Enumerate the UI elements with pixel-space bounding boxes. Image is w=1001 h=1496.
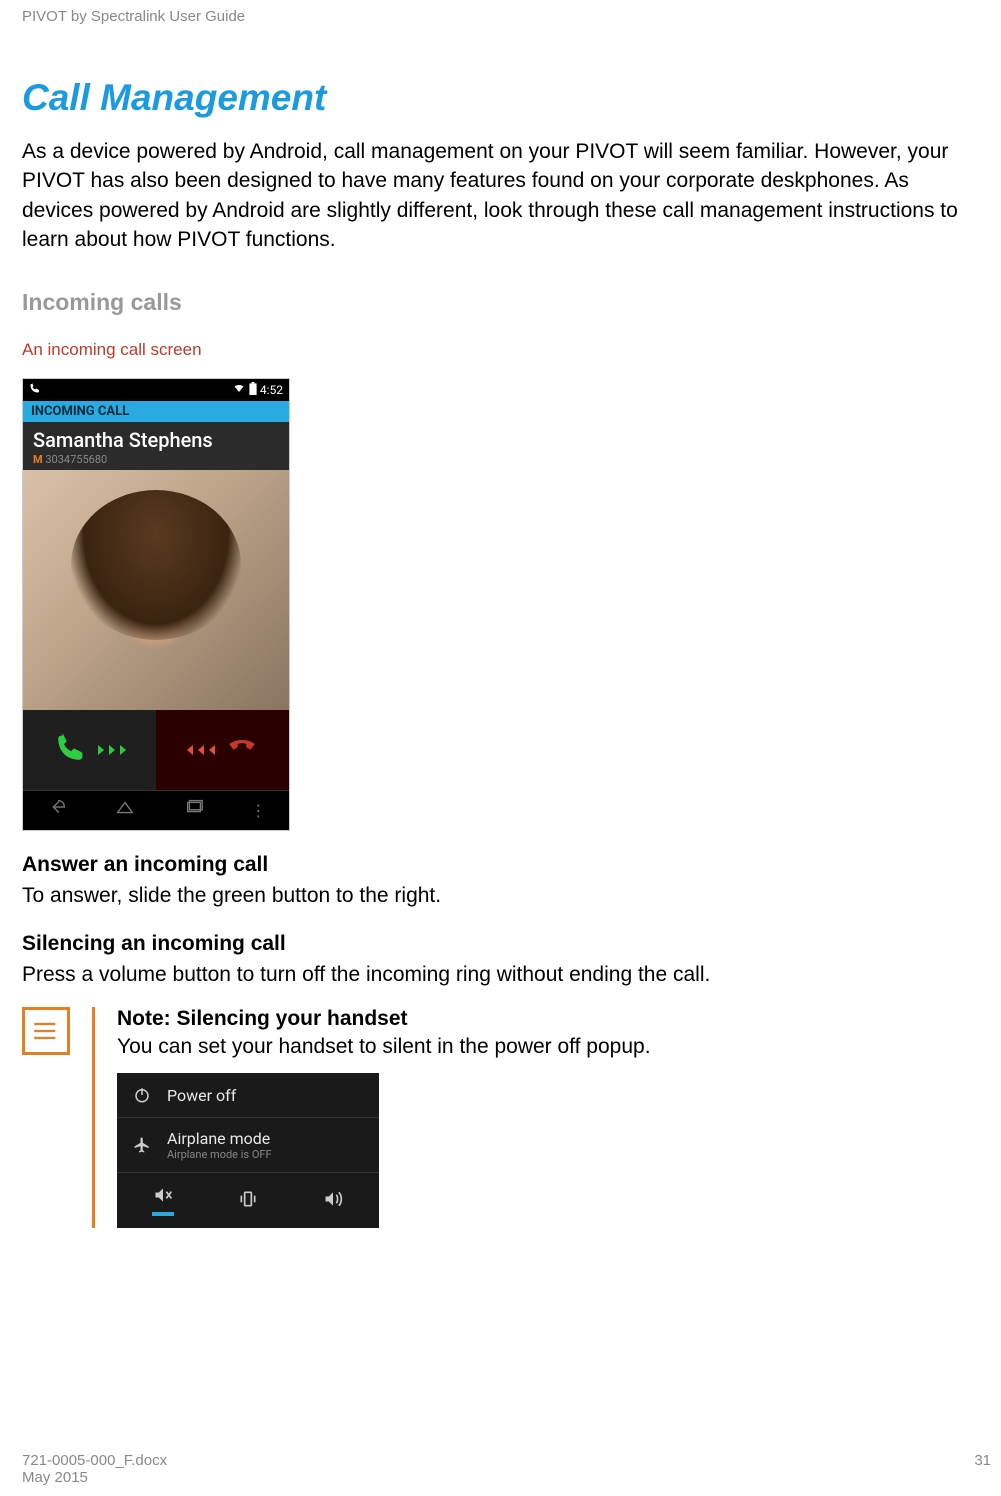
page-title: Call Management — [22, 77, 979, 119]
call-action-bar — [23, 710, 289, 790]
menu-icon[interactable]: ⋮ — [250, 801, 266, 820]
caller-photo — [23, 470, 289, 710]
caller-name: Samantha Stephens — [33, 428, 279, 452]
sound-mode-button[interactable] — [322, 1189, 344, 1213]
note-text: You can set your handset to silent in th… — [117, 1035, 979, 1059]
silent-mode-button[interactable] — [152, 1185, 174, 1216]
power-icon — [131, 1084, 153, 1106]
popup-poweroff-label: Power off — [167, 1086, 236, 1105]
silence-heading: Silencing an incoming call — [22, 932, 979, 956]
slide-right-arrows — [98, 745, 126, 755]
page-footer: 721-0005-000_F.docx May 2015 31 — [22, 1452, 991, 1486]
answer-slider[interactable] — [23, 710, 156, 790]
popup-poweroff[interactable]: Power off — [117, 1073, 379, 1118]
vibrate-mode-button[interactable] — [237, 1189, 259, 1213]
incoming-banner: INCOMING CALL — [23, 401, 289, 422]
phone-screenshot: 4:52 INCOMING CALL Samantha Stephens M 3… — [22, 378, 290, 831]
popup-airplane-sub: Airplane mode is OFF — [167, 1148, 272, 1161]
wifi-icon — [232, 382, 246, 397]
popup-airplane[interactable]: Airplane mode Airplane mode is OFF — [117, 1118, 379, 1173]
answer-phone-icon — [54, 730, 88, 770]
popup-sound-row — [117, 1173, 379, 1228]
caller-number: 3034755680 — [45, 453, 107, 466]
android-nav-bar: ⋮ — [23, 790, 289, 830]
figure-caption: An incoming call screen — [22, 340, 979, 360]
battery-icon — [249, 382, 257, 398]
note-icon — [22, 1007, 70, 1055]
status-bar: 4:52 — [23, 379, 289, 401]
footer-date: May 2015 — [22, 1469, 167, 1486]
subheading-incoming: Incoming calls — [22, 289, 979, 316]
footer-page: 31 — [974, 1452, 991, 1486]
slide-left-arrows — [187, 745, 215, 755]
caller-type: M — [33, 453, 43, 466]
intro-paragraph: As a device powered by Android, call man… — [22, 137, 979, 255]
status-time: 4:52 — [260, 383, 283, 397]
caller-info: Samantha Stephens M 3034755680 — [23, 422, 289, 470]
footer-doc: 721-0005-000_F.docx — [22, 1452, 167, 1469]
note-title: Note: Silencing your handset — [117, 1007, 979, 1031]
back-icon[interactable] — [46, 796, 68, 824]
note-block: Note: Silencing your handset You can set… — [22, 1007, 979, 1228]
silence-text: Press a volume button to turn off the in… — [22, 960, 979, 989]
airplane-icon — [131, 1134, 153, 1156]
power-popup: Power off Airplane mode Airplane mode is… — [117, 1073, 379, 1228]
home-icon[interactable] — [113, 796, 137, 824]
answer-text: To answer, slide the green button to the… — [22, 881, 979, 910]
popup-airplane-label: Airplane mode — [167, 1129, 270, 1148]
answer-heading: Answer an incoming call — [22, 853, 979, 877]
decline-slider[interactable] — [156, 710, 289, 790]
decline-phone-icon — [225, 730, 259, 770]
doc-header: PIVOT by Spectralink User Guide — [22, 0, 979, 25]
phone-status-icon — [29, 382, 41, 397]
recents-icon[interactable] — [183, 796, 205, 824]
